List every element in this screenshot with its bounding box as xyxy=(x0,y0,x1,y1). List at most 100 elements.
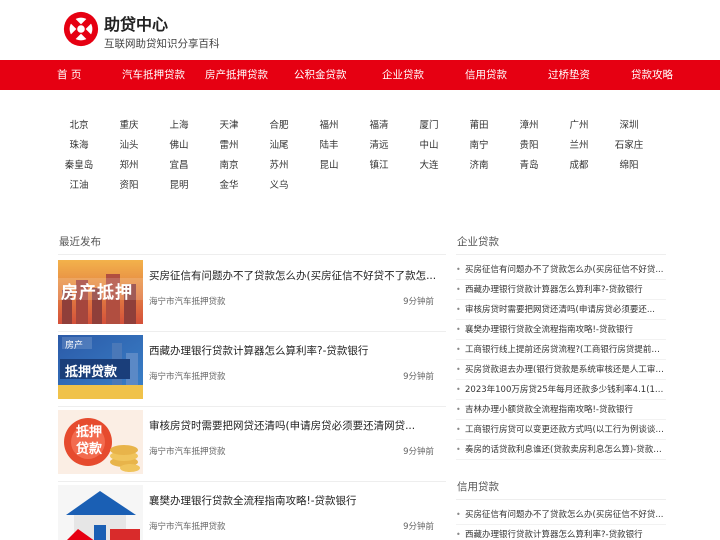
post-thumbnail-tag: 房产 xyxy=(65,341,84,351)
city-link[interactable]: 福州 xyxy=(304,116,354,136)
city-link[interactable]: 大连 xyxy=(404,156,454,176)
post-divider xyxy=(58,481,446,482)
sidebar-article-link[interactable]: 工商银行房贷可以变更还款方式吗(以工行为例谈谈房... xyxy=(456,420,666,440)
post-thumbnail[interactable]: 房产抵押 xyxy=(58,260,143,324)
city-link[interactable]: 成都 xyxy=(554,156,604,176)
post-category-link[interactable]: 海宁市汽车抵押贷款 xyxy=(149,295,226,307)
post-timestamp: 9分钟前 xyxy=(403,372,434,382)
city-link[interactable]: 北京 xyxy=(54,116,104,136)
post-category-link[interactable]: 海宁市汽车抵押贷款 xyxy=(149,445,226,457)
post-title-link[interactable]: 审核房贷时需要把网贷还清吗(申请房贷必须要还清网贷... xyxy=(149,418,439,433)
city-link[interactable]: 昆明 xyxy=(154,176,204,196)
site-title[interactable]: 助贷中心 xyxy=(104,11,168,35)
city-link[interactable]: 宜昌 xyxy=(154,156,204,176)
post-thumbnail-caption: 房产抵押 xyxy=(61,283,133,303)
sidebar-item-divider xyxy=(456,459,666,460)
city-link[interactable]: 珠海 xyxy=(54,136,104,156)
city-link[interactable]: 汕头 xyxy=(104,136,154,156)
post-title-link[interactable]: 买房征信有问题办不了贷款怎么办(买房征信不好贷不了款怎... xyxy=(149,268,439,283)
sidebar-article-link[interactable]: 西藏办理银行贷款计算器怎么算利率?-贷款银行 xyxy=(456,525,666,540)
sidebar-article-link[interactable]: 西藏办理银行贷款计算器怎么算利率?-贷款银行 xyxy=(456,280,666,300)
city-link[interactable]: 深圳 xyxy=(604,116,654,136)
nav-item-5[interactable]: 信用贷款 xyxy=(465,60,507,90)
post-timestamp: 9分钟前 xyxy=(403,297,434,307)
nav-item-4[interactable]: 企业贷款 xyxy=(382,60,424,90)
post-category-link[interactable]: 海宁市汽车抵押贷款 xyxy=(149,370,226,382)
post-thumbnail[interactable]: 抵押贷款 xyxy=(58,410,143,474)
city-link[interactable]: 清远 xyxy=(354,136,404,156)
city-link[interactable]: 南宁 xyxy=(454,136,504,156)
sidebar-enterprise-divider xyxy=(456,254,666,255)
city-link[interactable]: 石家庄 xyxy=(604,136,654,156)
city-link[interactable]: 兰州 xyxy=(554,136,604,156)
post-title-link[interactable]: 西藏办理银行贷款计算器怎么算利率?-贷款银行 xyxy=(149,343,439,358)
city-link[interactable]: 中山 xyxy=(404,136,454,156)
nav-item-6[interactable]: 过桥垫资 xyxy=(548,60,590,90)
latest-divider xyxy=(58,254,446,255)
city-link[interactable]: 天津 xyxy=(204,116,254,136)
post-item[interactable]: 襄樊办理银行贷款全流程指南攻略!-贷款银行 海宁市汽车抵押贷款 9分钟前 xyxy=(58,483,446,540)
city-link[interactable]: 合肥 xyxy=(254,116,304,136)
city-link[interactable]: 青岛 xyxy=(504,156,554,176)
city-link[interactable]: 绵阳 xyxy=(604,156,654,176)
nav-item-7[interactable]: 贷款攻略 xyxy=(631,60,673,90)
sidebar-article-link[interactable]: 工商银行线上提前还房贷流程?(工商银行房贷提前还款... xyxy=(456,340,666,360)
post-item[interactable]: 抵押贷款 审核房贷时需要把网贷还清吗(申请房贷必须要还清网贷... 海宁市汽车抵押贷… xyxy=(58,408,446,482)
sidebar-article-link[interactable]: 买房征信有问题办不了贷款怎么办(买房征信不好贷... xyxy=(456,505,666,525)
sidebar-article-link[interactable]: 买房征信有问题办不了贷款怎么办(买房征信不好贷... xyxy=(456,260,666,280)
nav-item-2[interactable]: 房产抵押贷款 xyxy=(205,60,268,90)
sidebar-enterprise-list: 买房征信有问题办不了贷款怎么办(买房征信不好贷...西藏办理银行贷款计算器怎么算… xyxy=(456,260,666,460)
sidebar-enterprise-heading: 企业贷款 xyxy=(457,236,499,248)
city-link[interactable]: 莆田 xyxy=(454,116,504,136)
post-title-link[interactable]: 襄樊办理银行贷款全流程指南攻略!-贷款银行 xyxy=(149,493,439,508)
city-link[interactable]: 汕尾 xyxy=(254,136,304,156)
post-timestamp: 9分钟前 xyxy=(403,522,434,532)
sidebar-article-link[interactable]: 2023年100万房贷25年每月还款多少钱利率4.1(100... xyxy=(456,380,666,400)
city-link[interactable]: 义乌 xyxy=(254,176,304,196)
sidebar-article-link[interactable]: 审核房贷时需要把网贷还清吗(申请房贷必须要还... xyxy=(456,300,666,320)
city-link[interactable]: 秦皇岛 xyxy=(54,156,104,176)
city-link[interactable]: 南京 xyxy=(204,156,254,176)
sidebar-article-link[interactable]: 买房贷款退去办理(银行贷款是系统审核还是人工审核?... xyxy=(456,360,666,380)
main-nav: 首 页 汽车抵押贷款 房产抵押贷款 公积金贷款 企业贷款 信用贷款 过桥垫资 贷款攻略 xyxy=(0,60,720,90)
post-thumbnail[interactable] xyxy=(58,485,143,540)
city-link[interactable]: 广州 xyxy=(554,116,604,136)
city-link[interactable]: 镇江 xyxy=(354,156,404,176)
city-link[interactable]: 厦门 xyxy=(404,116,454,136)
city-link[interactable]: 贵阳 xyxy=(504,136,554,156)
city-link[interactable]: 重庆 xyxy=(104,116,154,136)
site-header: 助贷中心 互联网助贷知识分享百科 xyxy=(0,0,720,60)
city-link[interactable]: 昆山 xyxy=(304,156,354,176)
city-link[interactable]: 漳州 xyxy=(504,116,554,136)
nav-item-3[interactable]: 公积金贷款 xyxy=(294,60,347,90)
post-item[interactable]: 抵押贷款 房产 西藏办理银行贷款计算器怎么算利率?-贷款银行 海宁市汽车抵押贷款 9分钟… xyxy=(58,333,446,407)
logo-icon[interactable] xyxy=(62,10,100,48)
city-link[interactable]: 郑州 xyxy=(104,156,154,176)
nav-item-0[interactable]: 首 页 xyxy=(57,60,81,90)
city-link[interactable]: 佛山 xyxy=(154,136,204,156)
city-link[interactable]: 上海 xyxy=(154,116,204,136)
sidebar-article-link[interactable]: 襄樊办理银行贷款全流程指南攻略!-贷款银行 xyxy=(456,320,666,340)
sidebar-article-link[interactable]: 吉林办理小额贷款全流程指南攻略!-贷款银行 xyxy=(456,400,666,420)
post-divider xyxy=(58,406,446,407)
city-link[interactable]: 陆丰 xyxy=(304,136,354,156)
city-link[interactable]: 江油 xyxy=(54,176,104,196)
post-item[interactable]: 房产抵押 买房征信有问题办不了贷款怎么办(买房征信不好贷不了款怎... 海宁市汽车抵… xyxy=(58,258,446,332)
sidebar-credit-heading: 信用贷款 xyxy=(457,481,499,493)
city-link[interactable]: 资阳 xyxy=(104,176,154,196)
post-thumbnail[interactable]: 抵押贷款 房产 xyxy=(58,335,143,399)
nav-item-1[interactable]: 汽车抵押贷款 xyxy=(122,60,185,90)
post-category-link[interactable]: 海宁市汽车抵押贷款 xyxy=(149,520,226,532)
city-link[interactable]: 苏州 xyxy=(254,156,304,176)
city-link[interactable]: 福清 xyxy=(354,116,404,136)
post-timestamp: 9分钟前 xyxy=(403,447,434,457)
city-link[interactable]: 金华 xyxy=(204,176,254,196)
post-divider xyxy=(58,331,446,332)
post-thumbnail-caption: 抵押贷款 xyxy=(65,365,118,380)
city-link[interactable]: 雷州 xyxy=(204,136,254,156)
city-link[interactable]: 济南 xyxy=(454,156,504,176)
latest-heading: 最近发布 xyxy=(59,236,101,248)
site-subtitle: 互联网助贷知识分享百科 xyxy=(104,38,220,50)
post-thumbnail-caption: 抵押贷款 xyxy=(75,425,102,457)
sidebar-article-link[interactable]: 奏房的话贷款利息谁还(贷款卖房利息怎么算)-贷款银行 xyxy=(456,440,666,460)
